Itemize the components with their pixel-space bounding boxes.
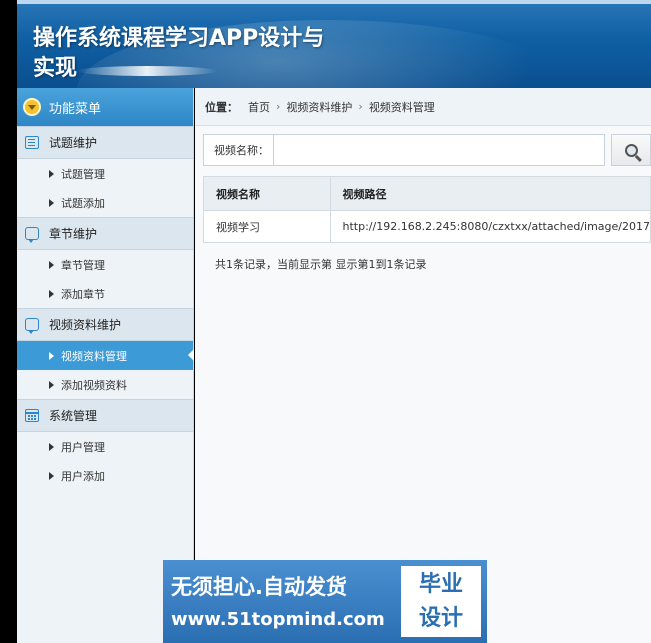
caret-right-icon [49, 442, 54, 451]
video-name-input[interactable] [273, 135, 605, 165]
sidebar-item-label: 添加章节 [61, 287, 105, 301]
pagination-info: 共1条记录，当前显示第 显示第1到1条记录 [215, 258, 427, 271]
menu-title: 功能菜单 [49, 101, 102, 117]
breadcrumb-home[interactable]: 首页 [248, 99, 270, 115]
caret-right-icon [49, 471, 54, 480]
table-row[interactable]: 视频学习 http://192.168.2.245:8080/czxtxx/at… [203, 210, 651, 243]
list-icon [25, 136, 39, 149]
menu-header[interactable]: 功能菜单 [17, 88, 193, 126]
caret-right-icon [49, 260, 54, 269]
chat-icon [25, 227, 39, 243]
search-icon [624, 143, 638, 157]
app-title: 操作系统课程学习APP设计与实现 [33, 26, 325, 81]
sidebar-item-video-add[interactable]: 添加视频资料 [17, 370, 193, 399]
chevron-down-icon [23, 98, 41, 116]
breadcrumb-current: 视频资料管理 [368, 100, 435, 114]
search-button[interactable] [611, 134, 651, 166]
breadcrumb-separator: › [276, 100, 281, 113]
column-header-video-path: 视频路径 [329, 176, 651, 211]
watermark-text: 无须担心.自动发货 www.51topmind.com [163, 560, 401, 643]
breadcrumb-video-maintenance[interactable]: 视频资料维护 [286, 99, 352, 115]
table-header-row: 视频名称 视频路径 [203, 176, 651, 211]
sidebar-group-questions[interactable]: 试题维护 [17, 126, 193, 159]
caret-right-icon [49, 198, 54, 207]
search-row: 视频名称： [203, 134, 651, 166]
watermark-badge-line1: 毕业 [418, 571, 463, 597]
breadcrumb-separator: › [358, 100, 363, 113]
header-top-line [17, 0, 651, 4]
sidebar-item-label: 用户添加 [61, 469, 105, 483]
sidebar-item-question-manage[interactable]: 试题管理 [17, 159, 193, 188]
breadcrumb: 位置： 首页 › 视频资料维护 › 视频资料管理 [195, 88, 651, 126]
sidebar-group-label: 试题维护 [49, 136, 98, 150]
cell-video-name: 视频学习 [203, 210, 331, 243]
sidebar-group-videos[interactable]: 视频资料维护 [17, 308, 193, 341]
caret-right-icon [49, 289, 54, 298]
watermark-line1: 无须担心.自动发货 [171, 574, 347, 599]
video-table: 视频名称 视频路径 视频学习 http://192.168.2.245:8080… [203, 176, 651, 243]
watermark-url: www.51topmind.com [171, 608, 385, 630]
sidebar-group-label: 系统管理 [49, 409, 98, 423]
watermark-banner: 无须担心.自动发货 www.51topmind.com 毕业 设计 [163, 560, 487, 643]
sidebar-group-label: 章节维护 [49, 227, 98, 241]
sidebar-item-user-manage[interactable]: 用户管理 [17, 432, 193, 461]
breadcrumb-label: 位置： [205, 100, 238, 114]
caret-right-icon [49, 169, 54, 178]
chat-icon [25, 318, 39, 334]
watermark-badge: 毕业 设计 [401, 566, 481, 637]
sidebar-item-label: 试题管理 [61, 167, 105, 181]
sidebar-item-video-manage[interactable]: 视频资料管理 [17, 341, 194, 370]
cell-video-path: http://192.168.2.245:8080/czxtxx/attache… [329, 210, 651, 243]
sidebar-item-label: 章节管理 [61, 258, 105, 272]
calendar-icon [25, 409, 39, 422]
sidebar-group-label: 视频资料维护 [49, 318, 122, 332]
search-field: 视频名称： [203, 134, 606, 166]
app-header: 操作系统课程学习APP设计与实现 [17, 0, 651, 88]
sidebar-item-label: 用户管理 [61, 440, 105, 454]
sidebar-group-chapters[interactable]: 章节维护 [17, 217, 193, 250]
sidebar-item-label: 视频资料管理 [61, 349, 127, 363]
search-label: 视频名称： [214, 144, 269, 157]
caret-right-icon [49, 380, 54, 389]
sidebar-item-chapter-add[interactable]: 添加章节 [17, 279, 193, 308]
sidebar-item-label: 试题添加 [61, 196, 105, 210]
sidebar-item-chapter-manage[interactable]: 章节管理 [17, 250, 193, 279]
sidebar-item-question-add[interactable]: 试题添加 [17, 188, 193, 217]
sidebar-item-label: 添加视频资料 [61, 378, 127, 392]
sidebar-group-system[interactable]: 系统管理 [17, 399, 193, 432]
column-header-video-name: 视频名称 [203, 176, 331, 211]
watermark-badge-line2: 设计 [418, 605, 463, 631]
sidebar-item-user-add[interactable]: 用户添加 [17, 461, 193, 490]
caret-right-icon [49, 351, 54, 360]
